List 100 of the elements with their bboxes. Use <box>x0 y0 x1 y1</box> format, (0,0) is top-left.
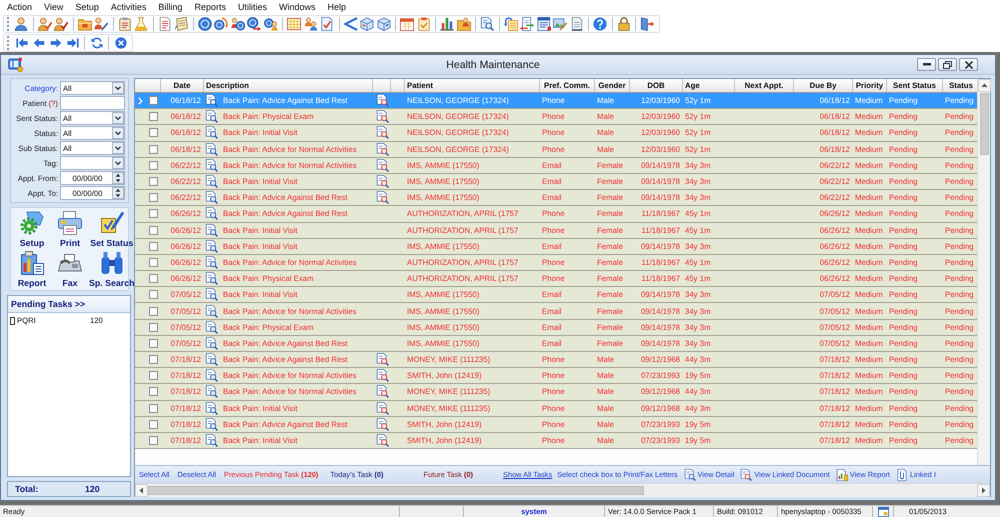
document-search-icon[interactable] <box>376 418 388 431</box>
first-icon[interactable] <box>16 36 28 48</box>
checkbox[interactable] <box>149 193 158 202</box>
menu-item[interactable]: Activities <box>110 1 146 13</box>
close-icon[interactable] <box>114 36 126 48</box>
checkbox[interactable] <box>149 436 158 446</box>
checkbox[interactable] <box>149 387 158 396</box>
checkbox[interactable] <box>149 404 158 413</box>
checkbox[interactable] <box>149 355 158 364</box>
text-field[interactable] <box>60 96 125 110</box>
document-search-icon[interactable] <box>376 142 388 156</box>
document-search-icon[interactable] <box>376 94 388 108</box>
folder-person-icon[interactable] <box>456 16 471 30</box>
action-button[interactable]: Setup <box>13 211 51 248</box>
folder-icon[interactable] <box>78 16 92 30</box>
checkbox[interactable] <box>149 242 158 251</box>
flask-icon[interactable] <box>134 16 148 30</box>
action-button[interactable]: Fax <box>51 251 89 288</box>
document-search-icon[interactable] <box>376 353 388 366</box>
pending-tasks-header[interactable]: Pending Tasks >> <box>8 296 130 313</box>
document-arrow-icon[interactable] <box>504 16 518 30</box>
menu-item[interactable]: Billing <box>158 1 182 13</box>
document-arrows-icon[interactable] <box>520 16 534 30</box>
close-button[interactable] <box>959 58 978 71</box>
person-icon[interactable] <box>14 16 28 30</box>
menu-item[interactable]: Windows <box>278 1 316 13</box>
vertical-scrollbar[interactable] <box>977 79 990 465</box>
action-button[interactable]: Report <box>13 251 51 288</box>
document-search-icon[interactable] <box>480 16 494 30</box>
document-search-icon[interactable] <box>376 175 388 188</box>
scroll-thumb[interactable] <box>980 93 988 155</box>
checkbox[interactable] <box>149 209 158 218</box>
help-icon[interactable] <box>593 16 608 30</box>
next-icon[interactable] <box>50 36 62 48</box>
box-icon[interactable] <box>360 16 374 30</box>
refresh-icon[interactable] <box>90 36 102 48</box>
horizontal-scrollbar[interactable] <box>135 483 990 496</box>
restore-button[interactable] <box>938 58 957 71</box>
document-search-icon[interactable] <box>376 402 388 415</box>
menu-item[interactable]: Setup <box>75 1 99 13</box>
previous-icon[interactable] <box>32 36 44 48</box>
document-icon[interactable] <box>536 16 551 30</box>
picture-pencil-icon[interactable] <box>553 16 568 30</box>
calendar-icon[interactable] <box>400 16 414 30</box>
checkbox[interactable] <box>149 258 158 267</box>
action-button[interactable]: Set Status <box>89 211 134 248</box>
document-search-icon[interactable] <box>376 110 388 124</box>
document-icon[interactable] <box>158 16 172 30</box>
document-check-icon[interactable] <box>320 16 334 30</box>
scroll-thumb[interactable] <box>148 486 644 494</box>
clipboard-icon[interactable] <box>118 16 132 30</box>
clipboard-icon[interactable] <box>416 16 431 30</box>
menu-item[interactable]: Utilities <box>238 1 267 13</box>
checkbox[interactable] <box>149 226 158 235</box>
person-check-icon[interactable] <box>38 16 52 30</box>
people-coin-icon[interactable] <box>230 16 245 30</box>
menu-item[interactable]: Reports <box>194 1 226 13</box>
document-search-icon[interactable] <box>376 191 388 204</box>
document-search-icon[interactable] <box>376 369 388 382</box>
checkbox[interactable] <box>149 420 158 429</box>
coin-refresh-icon[interactable] <box>214 16 228 30</box>
checkbox[interactable] <box>149 144 158 154</box>
menu-item[interactable]: Action <box>7 1 32 13</box>
checkbox[interactable] <box>149 128 158 138</box>
person-check-icon[interactable] <box>54 16 68 30</box>
lock-icon[interactable] <box>616 16 631 30</box>
grid-icon[interactable] <box>287 16 302 30</box>
checkbox[interactable] <box>149 322 158 332</box>
box-icon[interactable] <box>376 16 391 30</box>
angle-icon[interactable] <box>344 16 358 30</box>
coin-icon[interactable] <box>198 16 212 30</box>
menu-item[interactable]: Help <box>327 1 346 13</box>
action-button[interactable]: Print <box>51 211 89 248</box>
checkbox[interactable] <box>149 160 158 170</box>
window-title: Health Maintenance <box>446 58 540 70</box>
document-search-icon[interactable] <box>376 126 388 140</box>
coin-people-icon[interactable] <box>264 16 278 30</box>
document-search-icon[interactable] <box>376 158 388 172</box>
checkbox[interactable] <box>149 274 158 284</box>
door-arrow-icon[interactable] <box>640 16 654 30</box>
checkbox[interactable] <box>149 338 158 348</box>
menu-item[interactable]: View <box>44 1 64 13</box>
checkbox[interactable] <box>149 112 158 122</box>
action-button[interactable]: Sp. Search <box>89 251 134 288</box>
notepad-icon[interactable] <box>174 16 188 30</box>
document-icon[interactable] <box>570 16 584 30</box>
document-search-icon <box>205 142 218 156</box>
checkbox[interactable] <box>149 177 158 186</box>
checkbox[interactable] <box>149 371 158 380</box>
people-icon[interactable] <box>304 16 318 30</box>
bar-chart-icon[interactable] <box>440 16 454 30</box>
person-pencil-icon[interactable] <box>94 16 108 30</box>
minimize-button[interactable] <box>917 58 936 71</box>
document-search-icon[interactable] <box>376 385 388 398</box>
document-search-icon[interactable] <box>376 434 388 448</box>
last-icon[interactable] <box>66 36 78 48</box>
checkbox[interactable] <box>149 306 158 316</box>
document-search-icon <box>205 126 218 140</box>
checkbox[interactable] <box>149 290 158 300</box>
checkbox[interactable] <box>149 96 158 106</box>
